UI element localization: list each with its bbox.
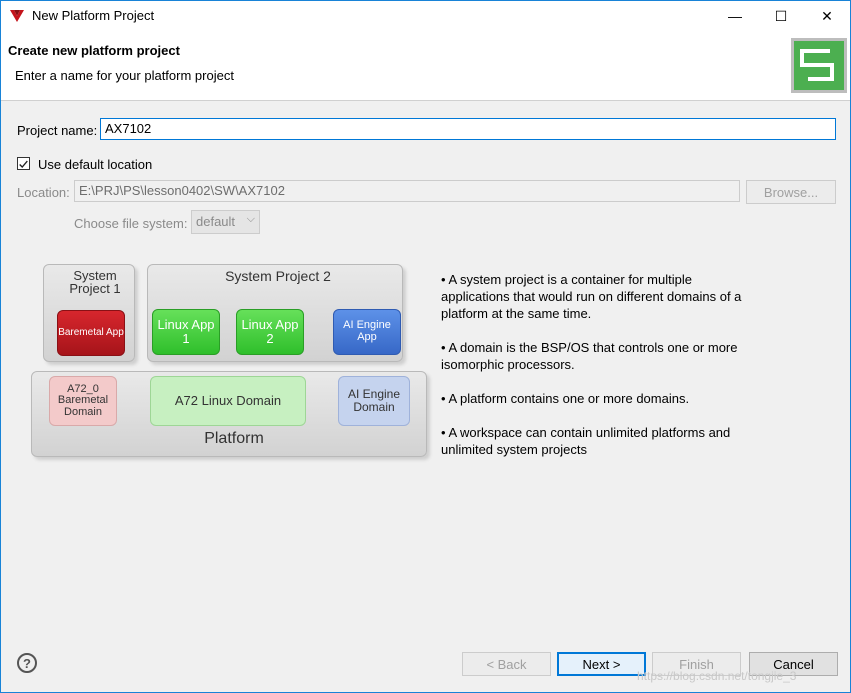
wizard-title: Create new platform project	[8, 43, 180, 58]
ai-engine-domain-block: AI Engine Domain	[338, 376, 410, 426]
minimize-button[interactable]: —	[712, 1, 758, 31]
watermark-text: https://blog.csdn.net/tongjie_3	[637, 669, 797, 683]
file-system-select: default ⌵	[191, 210, 260, 234]
platform-wizard-icon-graphic	[800, 49, 834, 81]
wizard-header: Create new platform project Enter a name…	[1, 31, 850, 101]
maximize-icon: ☐	[774, 7, 788, 24]
next-button[interactable]: Next >	[557, 652, 646, 676]
info-item: • A workspace can contain unlimited plat…	[441, 425, 731, 457]
wizard-subtitle: Enter a name for your platform project	[15, 68, 234, 83]
file-system-value: default	[196, 214, 236, 229]
title-bar: New Platform Project — ☐ ✕	[1, 1, 850, 31]
location-label: Location:	[17, 185, 70, 200]
baremetal-app-block: Baremetal App	[57, 310, 125, 356]
window-title: New Platform Project	[32, 8, 155, 23]
use-default-location-checkbox[interactable]	[17, 157, 30, 170]
location-input: E:\PRJ\PS\lesson0402\SW\AX7102	[74, 180, 740, 202]
a72-baremetal-domain-block: A72_0 Baremetal Domain	[49, 376, 117, 426]
vitis-logo-icon	[10, 10, 24, 22]
use-default-location-label: Use default location	[38, 157, 153, 172]
platform-label: Platform	[204, 430, 264, 447]
info-panel: • A system project is a container for mu…	[441, 271, 761, 475]
linux-app-1-block: Linux App 1	[152, 309, 220, 355]
ai-engine-app-block: AI Engine App	[333, 309, 401, 355]
close-icon: ✕	[821, 7, 833, 24]
close-button[interactable]: ✕	[804, 1, 850, 31]
checkmark-icon	[19, 160, 28, 169]
linux-app-2-block: Linux App 2	[236, 309, 304, 355]
browse-button: Browse...	[746, 180, 836, 204]
back-button: < Back	[462, 652, 551, 676]
info-item: • A platform contains one or more domain…	[441, 391, 690, 406]
project-name-label: Project name:	[17, 123, 98, 138]
help-icon[interactable]: ?	[17, 653, 37, 673]
system-project-2-label: System Project 2	[225, 268, 331, 284]
project-name-input[interactable]: AX7102	[100, 118, 836, 140]
file-system-label: Choose file system:	[74, 216, 188, 231]
platform-wizard-icon	[791, 38, 847, 93]
platform-diagram: Platform System Project 1 Baremetal App …	[29, 261, 433, 461]
maximize-button[interactable]: ☐	[758, 1, 804, 31]
minimize-icon: —	[728, 8, 742, 24]
info-item: • A system project is a container for mu…	[441, 272, 742, 321]
new-platform-project-window: New Platform Project — ☐ ✕ Create new pl…	[0, 0, 851, 693]
chevron-down-icon: ⌵	[246, 213, 255, 225]
system-project-1-label: System Project 1	[69, 268, 121, 296]
info-item: • A domain is the BSP/OS that controls o…	[441, 340, 738, 372]
a72-linux-domain-block: A72 Linux Domain	[150, 376, 306, 426]
